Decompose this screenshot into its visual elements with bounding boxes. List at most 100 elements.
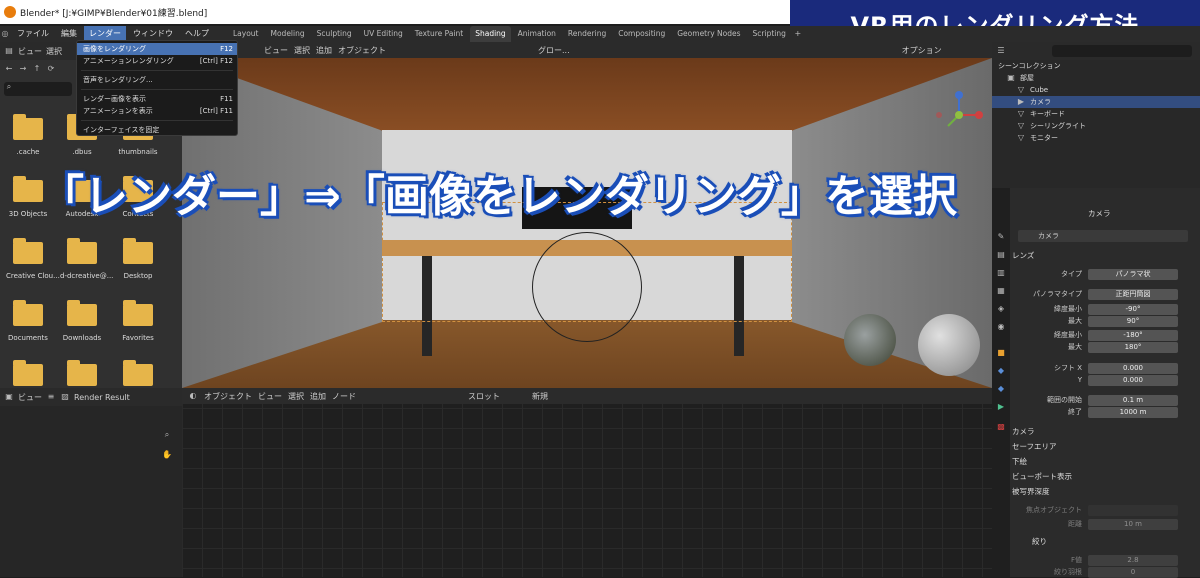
vp-object-menu[interactable]: オブジェクト — [338, 45, 386, 56]
tab-rendering[interactable]: Rendering — [563, 26, 611, 42]
view-layer-tab-icon[interactable]: ▦ — [996, 286, 1006, 296]
output-tab-icon[interactable]: ▥ — [996, 268, 1006, 278]
vp-select-menu[interactable]: 選択 — [294, 45, 310, 56]
prop-lon-max[interactable]: 最大 180° — [1012, 341, 1198, 353]
image-icon[interactable]: ▨ — [60, 392, 70, 402]
prop-focus-distance[interactable]: 距離 10 m — [1012, 518, 1198, 530]
folder-item[interactable]: d-dcreative@... — [60, 238, 113, 280]
outliner-item[interactable]: ▽ Cube — [992, 84, 1200, 96]
outliner-item[interactable]: ▶ カメラ — [992, 96, 1200, 108]
shader-node-editor[interactable]: ◐ オブジェクト ビュー 選択 追加 ノード スロット 新規 — [182, 388, 992, 577]
render-tab-icon[interactable]: ▤ — [996, 250, 1006, 260]
viewport-display-section[interactable]: ビューポート表示 — [1012, 471, 1072, 482]
ne-view-menu[interactable]: ビュー — [258, 391, 282, 402]
image-editor[interactable]: ▣ ビュー ≡ ▨ Render Result ⌕ ✋ — [0, 388, 182, 577]
tab-sculpting[interactable]: Sculpting — [312, 26, 357, 42]
render-result-field[interactable]: Render Result — [74, 393, 130, 402]
menu-file[interactable]: ファイル — [12, 26, 54, 42]
new-material-button[interactable]: 新規 — [532, 391, 548, 402]
scene-collection-row[interactable]: シーンコレクション — [992, 60, 1200, 72]
constraint-tab-icon[interactable]: ◆ — [996, 384, 1006, 394]
scene-tab-icon[interactable]: ◈ — [996, 304, 1006, 314]
outliner-item[interactable]: ▽ シーリングライト — [992, 120, 1200, 132]
tab-animation[interactable]: Animation — [513, 26, 561, 42]
prop-fstop[interactable]: F値 2.8 — [1012, 554, 1198, 566]
render-audio-item[interactable]: 音声をレンダリング... — [77, 74, 237, 86]
prop-lon-min[interactable]: 経度最小 -180° — [1012, 329, 1198, 341]
prop-focus-object[interactable]: 焦点オブジェクト — [1012, 504, 1198, 516]
transform-orientation-dropdown[interactable]: グロー... — [538, 45, 570, 56]
prop-shift-y[interactable]: Y 0.000 — [1012, 374, 1198, 386]
folder-item[interactable]: Desktop — [116, 238, 160, 280]
back-arrow-icon[interactable]: ← — [4, 64, 14, 74]
outliner-search-input[interactable] — [1052, 45, 1192, 57]
ne-add-menu[interactable]: 追加 — [310, 391, 326, 402]
camera-data-field[interactable]: カメラ — [1018, 230, 1188, 242]
prop-clip-start[interactable]: 範囲の開始 0.1 m — [1012, 394, 1198, 406]
editor-type-icon[interactable]: ▣ — [4, 392, 14, 402]
refresh-icon[interactable]: ⟳ — [46, 64, 56, 74]
ne-select-menu[interactable]: 選択 — [288, 391, 304, 402]
tool-tab-icon[interactable]: ✎ — [996, 232, 1006, 242]
editor-type-icon[interactable]: ◐ — [188, 391, 198, 401]
navigation-gizmo[interactable] — [934, 90, 984, 140]
background-images-section[interactable]: 下絵 — [1012, 456, 1027, 467]
fb-search-input[interactable]: ⌕ — [4, 82, 72, 96]
render-animation-item[interactable]: アニメーションレンダリング [Ctrl] F12 — [77, 55, 237, 67]
folder-item[interactable]: Favorites — [116, 300, 160, 342]
pan-hand-icon[interactable]: ✋ — [162, 450, 172, 460]
tab-scripting[interactable]: Scripting — [748, 26, 791, 42]
outliner-item[interactable]: ▽ モニター — [992, 132, 1200, 144]
camera-section[interactable]: カメラ — [1012, 426, 1035, 437]
tab-geometry-nodes[interactable]: Geometry Nodes — [672, 26, 745, 42]
modifier-tab-icon[interactable]: ◆ — [996, 366, 1006, 376]
prop-shift-x[interactable]: シフト X 0.000 — [1012, 362, 1198, 374]
outliner-item[interactable]: ▣ 部屋 — [992, 72, 1200, 84]
camera-data-tab-icon[interactable]: ▶ — [996, 402, 1006, 412]
folder-item[interactable]: .cache — [6, 114, 50, 156]
prop-blades[interactable]: 絞り羽根 0 — [1012, 566, 1198, 578]
folder-item[interactable]: Creative Clou... — [6, 238, 60, 280]
folder-item[interactable] — [116, 360, 160, 386]
fb-select-menu[interactable]: 選択 — [46, 46, 62, 57]
folder-item[interactable] — [60, 360, 104, 386]
tab-texture-paint[interactable]: Texture Paint — [410, 26, 468, 42]
folder-icon[interactable]: ▤ — [4, 46, 14, 56]
outliner-item[interactable]: ▽ キーボード — [992, 108, 1200, 120]
prop-clip-end[interactable]: 終了 1000 m — [1012, 406, 1198, 418]
fb-view-menu[interactable]: ビュー — [18, 46, 42, 57]
prop-lat-min[interactable]: 緯度最小 -90° — [1012, 303, 1198, 315]
folder-item[interactable] — [6, 360, 50, 386]
depth-of-field-section[interactable]: 被写界深度 — [1012, 486, 1050, 497]
vp-view-menu[interactable]: ビュー — [264, 45, 288, 56]
tab-modeling[interactable]: Modeling — [266, 26, 310, 42]
ne-node-menu[interactable]: ノード — [332, 391, 356, 402]
ie-view-menu[interactable]: ビュー — [18, 392, 42, 403]
hamburger-icon[interactable]: ≡ — [46, 392, 56, 402]
texture-tab-icon[interactable]: ▩ — [996, 422, 1006, 432]
world-tab-icon[interactable]: ◉ — [996, 322, 1006, 332]
forward-arrow-icon[interactable]: → — [18, 64, 28, 74]
editor-type-icon[interactable]: ☰ — [996, 46, 1006, 56]
tab-uv-editing[interactable]: UV Editing — [359, 26, 408, 42]
slot-dropdown[interactable]: スロット — [468, 391, 500, 402]
safe-area-section[interactable]: セーフエリア — [1012, 441, 1057, 452]
vp-add-menu[interactable]: 追加 — [316, 45, 332, 56]
folder-item[interactable]: Documents — [6, 300, 50, 342]
lens-section-header[interactable]: レンズ — [1012, 250, 1034, 261]
view-animation-item[interactable]: アニメーションを表示 [Ctrl] F11 — [77, 105, 237, 117]
lock-interface-item[interactable]: インターフェイスを固定 — [77, 124, 237, 136]
folder-item[interactable]: Downloads — [60, 300, 104, 342]
prop-type[interactable]: タイプ パノラマ状 — [1012, 268, 1198, 280]
options-dropdown[interactable]: オプション — [902, 45, 942, 56]
aperture-subsection[interactable]: 絞り — [1032, 536, 1047, 547]
prop-lat-max[interactable]: 最大 90° — [1012, 315, 1198, 327]
object-tab-icon[interactable]: ■ — [996, 348, 1006, 358]
blender-menu-icon[interactable]: ◎ — [0, 29, 10, 39]
ne-mode-dropdown[interactable]: オブジェクト — [204, 391, 252, 402]
view-render-item[interactable]: レンダー画像を表示 F11 — [77, 93, 237, 105]
render-image-item[interactable]: 画像をレンダリング F12 — [77, 43, 237, 55]
parent-dir-icon[interactable]: ↑ — [32, 64, 42, 74]
add-workspace-icon[interactable]: + — [793, 29, 803, 39]
prop-panorama-type[interactable]: パノラマタイプ 正距円筒図 — [1012, 288, 1198, 300]
